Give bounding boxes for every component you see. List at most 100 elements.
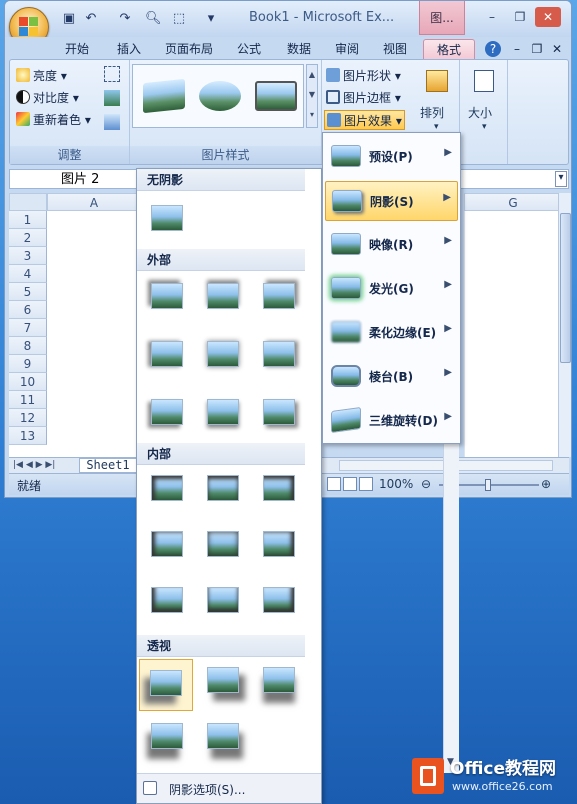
row-header[interactable]: 2 <box>9 229 47 247</box>
shadow-option-inner[interactable] <box>199 579 247 623</box>
shadow-option-perspective-selected[interactable] <box>139 659 193 711</box>
shadow-option-inner[interactable] <box>143 467 191 511</box>
grid-cells[interactable]: 1 2 3 4 5 6 7 8 9 10 11 12 13 <box>9 211 141 457</box>
row-header[interactable]: 12 <box>9 409 47 427</box>
row-header[interactable]: 3 <box>9 247 47 265</box>
menu-item-shadow[interactable]: 阴影(S) ▶ <box>325 181 458 221</box>
menu-item-3d-rotation[interactable]: 三维旋转(D) ▶ <box>325 401 458 441</box>
picture-effects-button[interactable]: 图片效果 ▾ <box>324 110 405 130</box>
shadow-option-inner[interactable] <box>143 523 191 567</box>
row-header[interactable]: 9 <box>9 355 47 373</box>
tab-insert[interactable]: 插入 <box>109 39 149 59</box>
tab-home[interactable]: 开始 <box>57 39 97 59</box>
shadow-option-outer[interactable] <box>199 391 247 435</box>
shadow-option-none[interactable] <box>143 197 191 241</box>
column-header-a[interactable]: A <box>47 193 141 211</box>
shadow-option-inner[interactable] <box>255 579 303 623</box>
undo-icon[interactable]: ↶ <box>83 11 99 27</box>
row-header[interactable]: 5 <box>9 283 47 301</box>
style-thumb[interactable] <box>199 81 241 111</box>
page-break-view-icon[interactable] <box>359 477 373 491</box>
zoom-in-icon[interactable]: ⊕ <box>541 477 551 491</box>
shadow-option-perspective[interactable] <box>199 659 247 703</box>
restore-button[interactable]: ❐ <box>507 7 533 27</box>
grid-cells-right[interactable] <box>464 211 562 457</box>
row-header[interactable]: 13 <box>9 427 47 445</box>
group-size[interactable]: 大小 ▾ <box>462 60 508 164</box>
shadow-option-perspective[interactable] <box>255 659 303 703</box>
gallery-scroll[interactable]: ▲ ▼ ▾ <box>306 64 318 128</box>
reset-picture-icon[interactable] <box>104 114 120 130</box>
row-header[interactable]: 10 <box>9 373 47 391</box>
save-icon[interactable]: ▣ <box>61 11 77 27</box>
menu-item-bevel[interactable]: 棱台(B) ▶ <box>325 357 458 397</box>
row-header[interactable]: 4 <box>9 265 47 283</box>
row-header[interactable]: 6 <box>9 301 47 319</box>
redo-icon[interactable]: ↷ <box>117 11 133 27</box>
shadow-option-inner[interactable] <box>255 467 303 511</box>
menu-item-preset[interactable]: 预设(P) ▶ <box>325 137 458 177</box>
column-header-g[interactable]: G <box>464 193 562 211</box>
tab-view[interactable]: 视图 <box>375 39 415 59</box>
shadow-option-inner[interactable] <box>255 523 303 567</box>
vertical-scrollbar[interactable] <box>558 193 571 457</box>
shadow-option-outer[interactable] <box>255 275 303 319</box>
select-objects-icon[interactable]: ⬚ <box>171 11 187 27</box>
picture-styles-gallery[interactable] <box>132 64 304 128</box>
shadow-option-outer[interactable] <box>143 333 191 377</box>
sheet-nav-icons[interactable]: |◀ ◀ ▶ ▶| <box>13 458 55 473</box>
shadow-option-outer[interactable] <box>143 275 191 319</box>
shadow-options-row[interactable]: 阴影选项(S)... <box>137 773 321 803</box>
shadow-option-inner[interactable] <box>199 523 247 567</box>
tab-review[interactable]: 审阅 <box>327 39 367 59</box>
workbook-close-icon[interactable]: ✕ <box>549 39 565 59</box>
shadow-option-outer[interactable] <box>199 275 247 319</box>
style-thumb[interactable] <box>143 78 185 114</box>
picture-border-button[interactable]: 图片边框 ▾ <box>326 88 401 108</box>
shadow-option-outer[interactable] <box>255 333 303 377</box>
shadow-option-inner[interactable] <box>199 467 247 511</box>
row-header[interactable]: 1 <box>9 211 47 229</box>
page-layout-view-icon[interactable] <box>343 477 357 491</box>
ribbon-min-icon[interactable]: – <box>509 39 525 59</box>
change-picture-icon[interactable] <box>104 90 120 106</box>
sheet-tab-sheet1[interactable]: Sheet1 <box>79 458 137 473</box>
scroll-thumb[interactable] <box>560 213 571 363</box>
shadow-option-outer[interactable] <box>199 333 247 377</box>
tab-formulas[interactable]: 公式 <box>229 39 269 59</box>
shadow-option-outer[interactable] <box>143 391 191 435</box>
menu-item-soft-edges[interactable]: 柔化边缘(E) ▶ <box>325 313 458 353</box>
select-all-corner[interactable] <box>9 193 47 211</box>
shadow-option-perspective[interactable] <box>199 715 247 759</box>
style-thumb[interactable] <box>255 81 297 111</box>
menu-item-glow[interactable]: 发光(G) ▶ <box>325 269 458 309</box>
help-icon[interactable]: ? <box>485 41 501 57</box>
contrast-button[interactable]: 对比度 ▾ <box>16 88 79 108</box>
row-header[interactable]: 11 <box>9 391 47 409</box>
picture-shape-button[interactable]: 图片形状 ▾ <box>326 66 401 86</box>
close-button[interactable]: ✕ <box>535 7 561 27</box>
formula-expand-icon[interactable]: ▾ <box>555 171 567 187</box>
shadow-option-perspective[interactable] <box>143 715 191 759</box>
tab-page-layout[interactable]: 页面布局 <box>157 39 221 59</box>
submenu-arrow-icon: ▶ <box>443 192 451 203</box>
brightness-button[interactable]: 亮度 ▾ <box>16 66 67 86</box>
shadow-option-outer[interactable] <box>255 391 303 435</box>
recolor-button[interactable]: 重新着色 ▾ <box>16 110 91 130</box>
menu-item-reflection[interactable]: 映像(R) ▶ <box>325 225 458 265</box>
normal-view-icon[interactable] <box>327 477 341 491</box>
row-header[interactable]: 7 <box>9 319 47 337</box>
zoom-out-icon[interactable]: ⊖ <box>421 477 431 491</box>
qat-customize-icon[interactable]: ▾ <box>203 11 219 27</box>
row-header[interactable]: 8 <box>9 337 47 355</box>
name-box[interactable]: 图片 2 <box>13 171 133 188</box>
tab-format[interactable]: 格式 <box>423 39 475 59</box>
zoom-level[interactable]: 100% <box>379 477 413 491</box>
shadow-option-inner[interactable] <box>143 579 191 623</box>
tab-data[interactable]: 数据 <box>279 39 319 59</box>
zoom-slider-thumb[interactable] <box>485 479 491 491</box>
workbook-restore-icon[interactable]: ❐ <box>529 39 545 59</box>
minimize-button[interactable]: – <box>479 7 505 27</box>
print-preview-icon[interactable]: 🔍︎ <box>145 11 162 27</box>
compress-pictures-icon[interactable] <box>104 66 120 82</box>
